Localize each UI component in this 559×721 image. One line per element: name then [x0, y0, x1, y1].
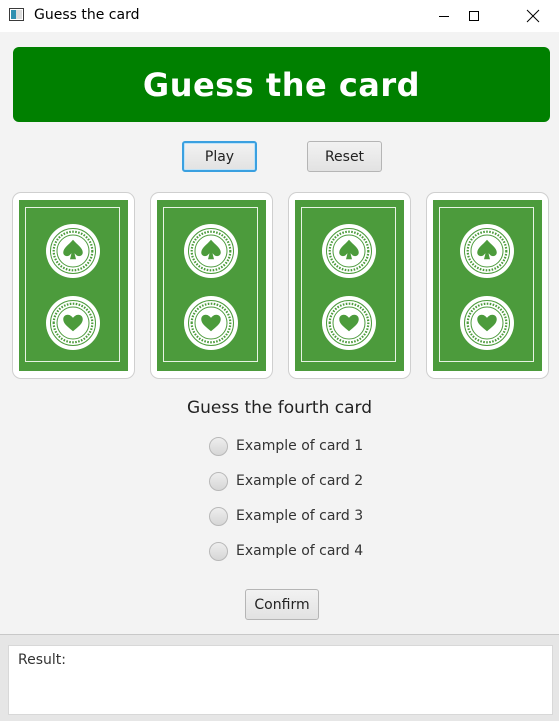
option-label: Example of card 1: [236, 438, 364, 454]
confirm-button[interactable]: Confirm: [245, 589, 319, 620]
window-titlebar: Guess the card: [0, 0, 559, 32]
play-button[interactable]: Play: [182, 141, 257, 172]
card-2: [150, 192, 273, 379]
spade-icon: [322, 224, 376, 278]
card-back: [157, 200, 266, 371]
result-label: Result:: [18, 652, 66, 668]
card-3: [288, 192, 411, 379]
card-back: [433, 200, 542, 371]
radio-button[interactable]: [209, 541, 228, 561]
card-1: [12, 192, 135, 379]
maximize-button[interactable]: [451, 0, 497, 32]
card-back: [19, 200, 128, 371]
radio-button[interactable]: [209, 436, 228, 456]
result-panel: Result:: [0, 634, 559, 721]
heart-icon: [46, 296, 100, 350]
heart-icon: [460, 296, 514, 350]
maximize-icon: [469, 11, 479, 21]
result-textarea[interactable]: Result:: [8, 645, 553, 715]
card-option-3[interactable]: Example of card 3: [209, 505, 363, 527]
guess-prompt: Guess the fourth card: [186, 398, 373, 418]
close-button[interactable]: [510, 0, 556, 32]
card-4: [426, 192, 549, 379]
spade-icon: [46, 224, 100, 278]
app-icon: [9, 8, 24, 21]
option-label: Example of card 2: [236, 473, 364, 489]
card-back: [295, 200, 404, 371]
page-title: Guess the card: [142, 65, 421, 104]
close-icon: [526, 9, 540, 23]
card-option-4[interactable]: Example of card 4: [209, 540, 363, 562]
heart-icon: [184, 296, 238, 350]
header-banner: Guess the card: [13, 47, 550, 122]
option-label: Example of card 4: [236, 543, 364, 559]
option-label: Example of card 3: [236, 508, 364, 524]
card-option-1[interactable]: Example of card 1: [209, 435, 363, 457]
heart-icon: [322, 296, 376, 350]
radio-button[interactable]: [209, 471, 228, 491]
spade-icon: [184, 224, 238, 278]
radio-button[interactable]: [209, 506, 228, 526]
card-option-2[interactable]: Example of card 2: [209, 470, 363, 492]
spade-icon: [460, 224, 514, 278]
window-title: Guess the card: [34, 7, 140, 23]
reset-button[interactable]: Reset: [307, 141, 382, 172]
minimize-icon: [439, 16, 449, 17]
